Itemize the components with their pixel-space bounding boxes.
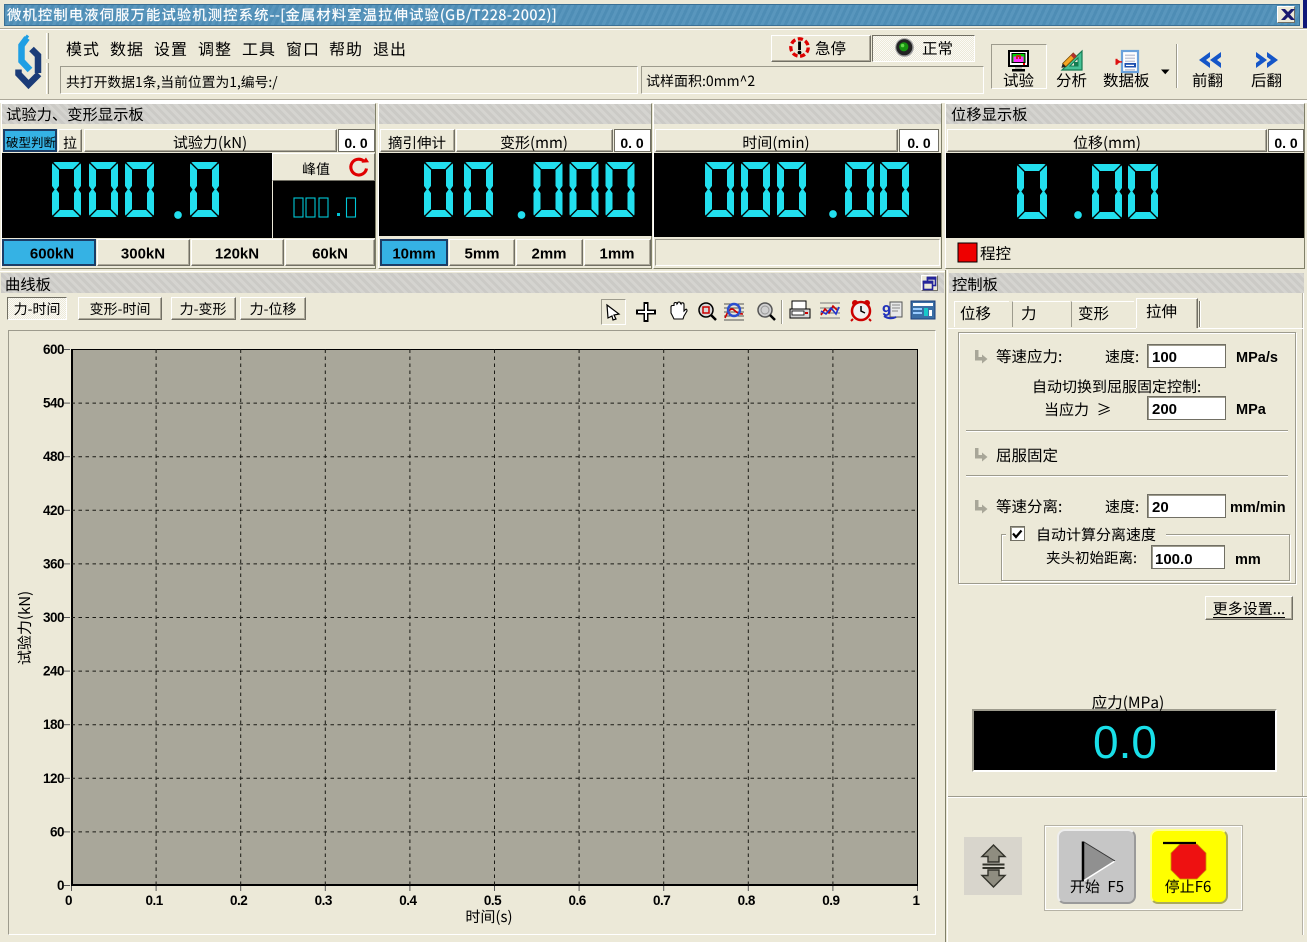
svg-text:200: 200 [1152,401,1177,418]
svg-text:0.7: 0.7 [653,893,670,908]
svg-text:MPa/s: MPa/s [1236,350,1278,366]
svg-text:0: 0 [57,878,64,893]
svg-text:540: 540 [43,396,64,411]
svg-text:1mm: 1mm [599,246,634,263]
svg-text:0. 0: 0. 0 [1274,135,1298,151]
svg-text:0.1: 0.1 [145,893,163,908]
svg-text:mm/min: mm/min [1230,500,1286,516]
svg-text:10mm: 10mm [392,246,435,263]
svg-text:2mm: 2mm [531,246,566,263]
svg-text:0.5: 0.5 [484,893,502,908]
svg-text:0.9: 0.9 [822,893,839,908]
svg-text:300: 300 [43,610,64,625]
svg-text:5mm: 5mm [464,246,499,263]
svg-text:100: 100 [1152,349,1177,366]
svg-text:0.8: 0.8 [738,893,756,908]
svg-text:300kN: 300kN [121,246,165,263]
svg-text:0. 0: 0. 0 [620,135,644,151]
svg-text:MPa: MPa [1236,402,1267,418]
svg-text:0.2: 0.2 [230,893,247,908]
svg-text:600kN: 600kN [30,246,74,263]
svg-text:420: 420 [43,503,64,518]
svg-text:20: 20 [1152,499,1169,516]
svg-text:60kN: 60kN [312,246,348,263]
svg-text:0.0: 0.0 [1093,716,1157,768]
svg-text:1: 1 [912,893,920,908]
svg-text:0.6: 0.6 [568,893,586,908]
svg-text:0. 0: 0. 0 [907,135,931,151]
svg-text:600: 600 [43,342,64,357]
svg-text:100.0: 100.0 [1155,551,1193,568]
svg-text:mm: mm [1235,552,1261,568]
svg-text:480: 480 [43,449,64,464]
svg-text:120: 120 [43,771,64,786]
svg-text:180: 180 [43,717,64,732]
svg-text:0.4: 0.4 [399,893,417,908]
svg-text:240: 240 [43,664,64,679]
svg-text:360: 360 [43,556,64,571]
svg-text:0. 0: 0. 0 [344,135,368,151]
svg-text:120kN: 120kN [215,246,259,263]
svg-text:0: 0 [65,893,72,908]
svg-text:0.3: 0.3 [315,893,333,908]
svg-text:60: 60 [50,824,64,839]
